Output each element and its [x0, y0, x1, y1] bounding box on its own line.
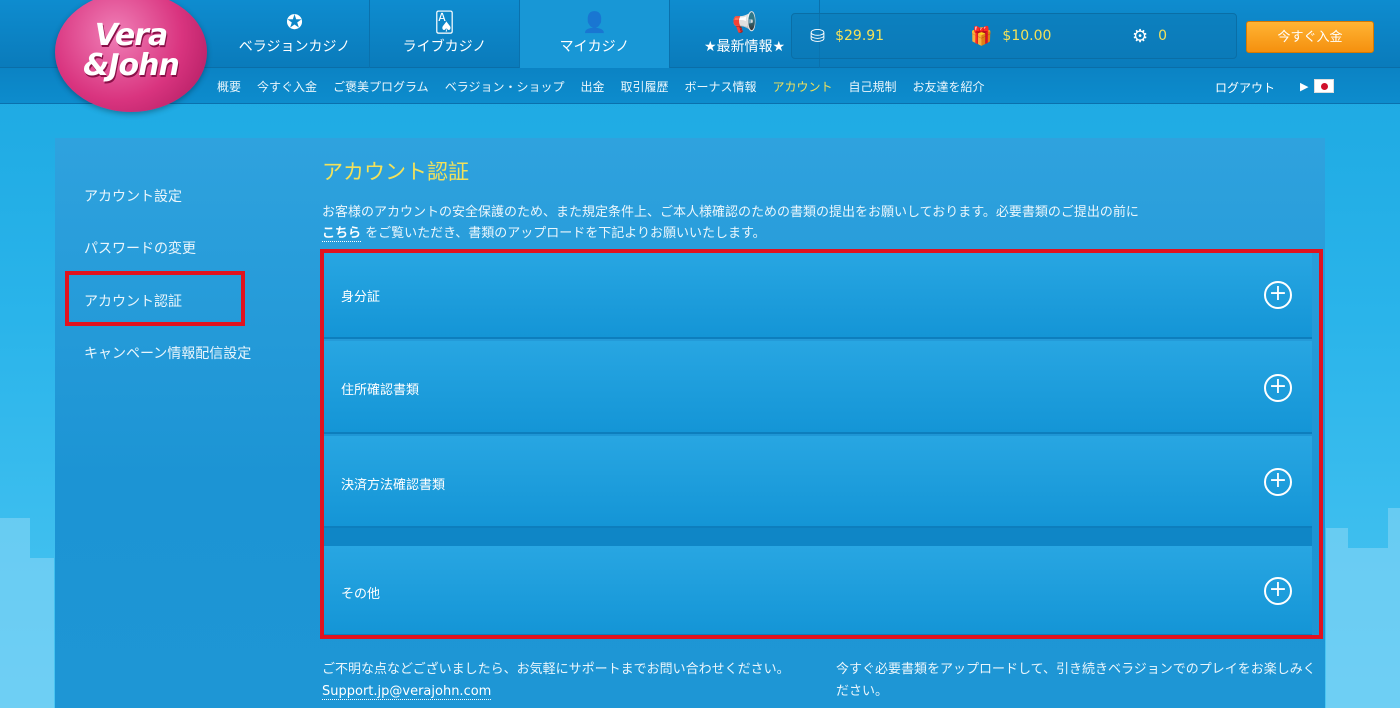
subnav-refer-friend[interactable]: お友達を紹介: [913, 78, 985, 95]
cash-balance[interactable]: ⛁ $29.91: [810, 26, 884, 47]
spins-icon: ⚙: [1132, 25, 1149, 47]
play-arrow-icon: ▶: [1300, 79, 1309, 93]
sidebar-item-change-password[interactable]: パスワードの変更: [84, 238, 196, 258]
sidebar-highlight-box: [65, 271, 245, 326]
bonus-balance[interactable]: 🎁 $10.00: [970, 26, 1051, 47]
page-title: アカウント認証: [322, 160, 469, 184]
subnav-withdraw[interactable]: 出金: [580, 78, 604, 95]
main-nav: ✪ ベラジョンカジノ 🂡 ライブカジノ 👤 マイカジノ 📢 ★最新情報★: [220, 0, 820, 68]
intro-text: お客様のアカウントの安全保護のため、また規定条件上、ご本人様確認のための書類の提…: [322, 205, 1139, 242]
chip-icon: ✪: [286, 10, 303, 34]
logout-link[interactable]: ログアウト: [1215, 79, 1275, 96]
subnav-shop[interactable]: ベラジョン・ショップ: [445, 78, 565, 95]
subnav-account[interactable]: アカウント: [773, 78, 833, 95]
upload-note: 今すぐ必要書類をアップロードして、引き続きベラジョンでのプレイをお楽しみください…: [836, 662, 1316, 699]
tab-live-casino[interactable]: 🂡 ライブカジノ: [370, 0, 520, 68]
free-spins-count[interactable]: ⚙ 0: [1132, 26, 1167, 47]
user-icon: 👤: [582, 10, 607, 34]
documents-highlight-box: [320, 249, 1323, 639]
sub-nav: 概要 今すぐ入金 ご褒美プログラム ベラジョン・ショップ 出金 取引履歴 ボーナ…: [217, 68, 985, 104]
tab-my-casino[interactable]: 👤 マイカジノ: [520, 0, 670, 68]
japan-flag-icon: [1314, 79, 1335, 93]
wallet-summary: ⛁ $29.91 🎁 $10.00 ⚙ 0: [791, 13, 1237, 59]
sidebar-item-account-settings[interactable]: アカウント設定: [84, 186, 182, 206]
subnav-self-limit[interactable]: 自己規制: [849, 78, 897, 95]
gift-icon: 🎁: [970, 25, 993, 47]
tab-verajohn-casino[interactable]: ✪ ベラジョンカジノ: [220, 0, 370, 68]
support-note: ご不明な点などございましたら、お気軽にサポートまでお問い合わせください。 Sup…: [322, 662, 790, 700]
subnav-rewards[interactable]: ご褒美プログラム: [333, 78, 429, 95]
cards-icon: 🂡: [434, 10, 455, 34]
sidebar-item-campaign-settings[interactable]: キャンペーン情報配信設定: [84, 343, 251, 363]
subnav-overview[interactable]: 概要: [217, 78, 241, 95]
megaphone-icon: 📢: [732, 10, 757, 34]
support-email-link[interactable]: Support.jp@verajohn.com: [322, 684, 492, 700]
subnav-bonus[interactable]: ボーナス情報: [684, 78, 756, 95]
info-link[interactable]: こちら: [322, 226, 362, 242]
language-selector[interactable]: ▶: [1300, 79, 1335, 93]
subnav-history[interactable]: 取引履歴: [620, 78, 668, 95]
cash-icon: ⛁: [810, 25, 826, 47]
subnav-deposit[interactable]: 今すぐ入金: [257, 78, 317, 95]
deposit-now-button[interactable]: 今すぐ入金: [1246, 21, 1374, 53]
